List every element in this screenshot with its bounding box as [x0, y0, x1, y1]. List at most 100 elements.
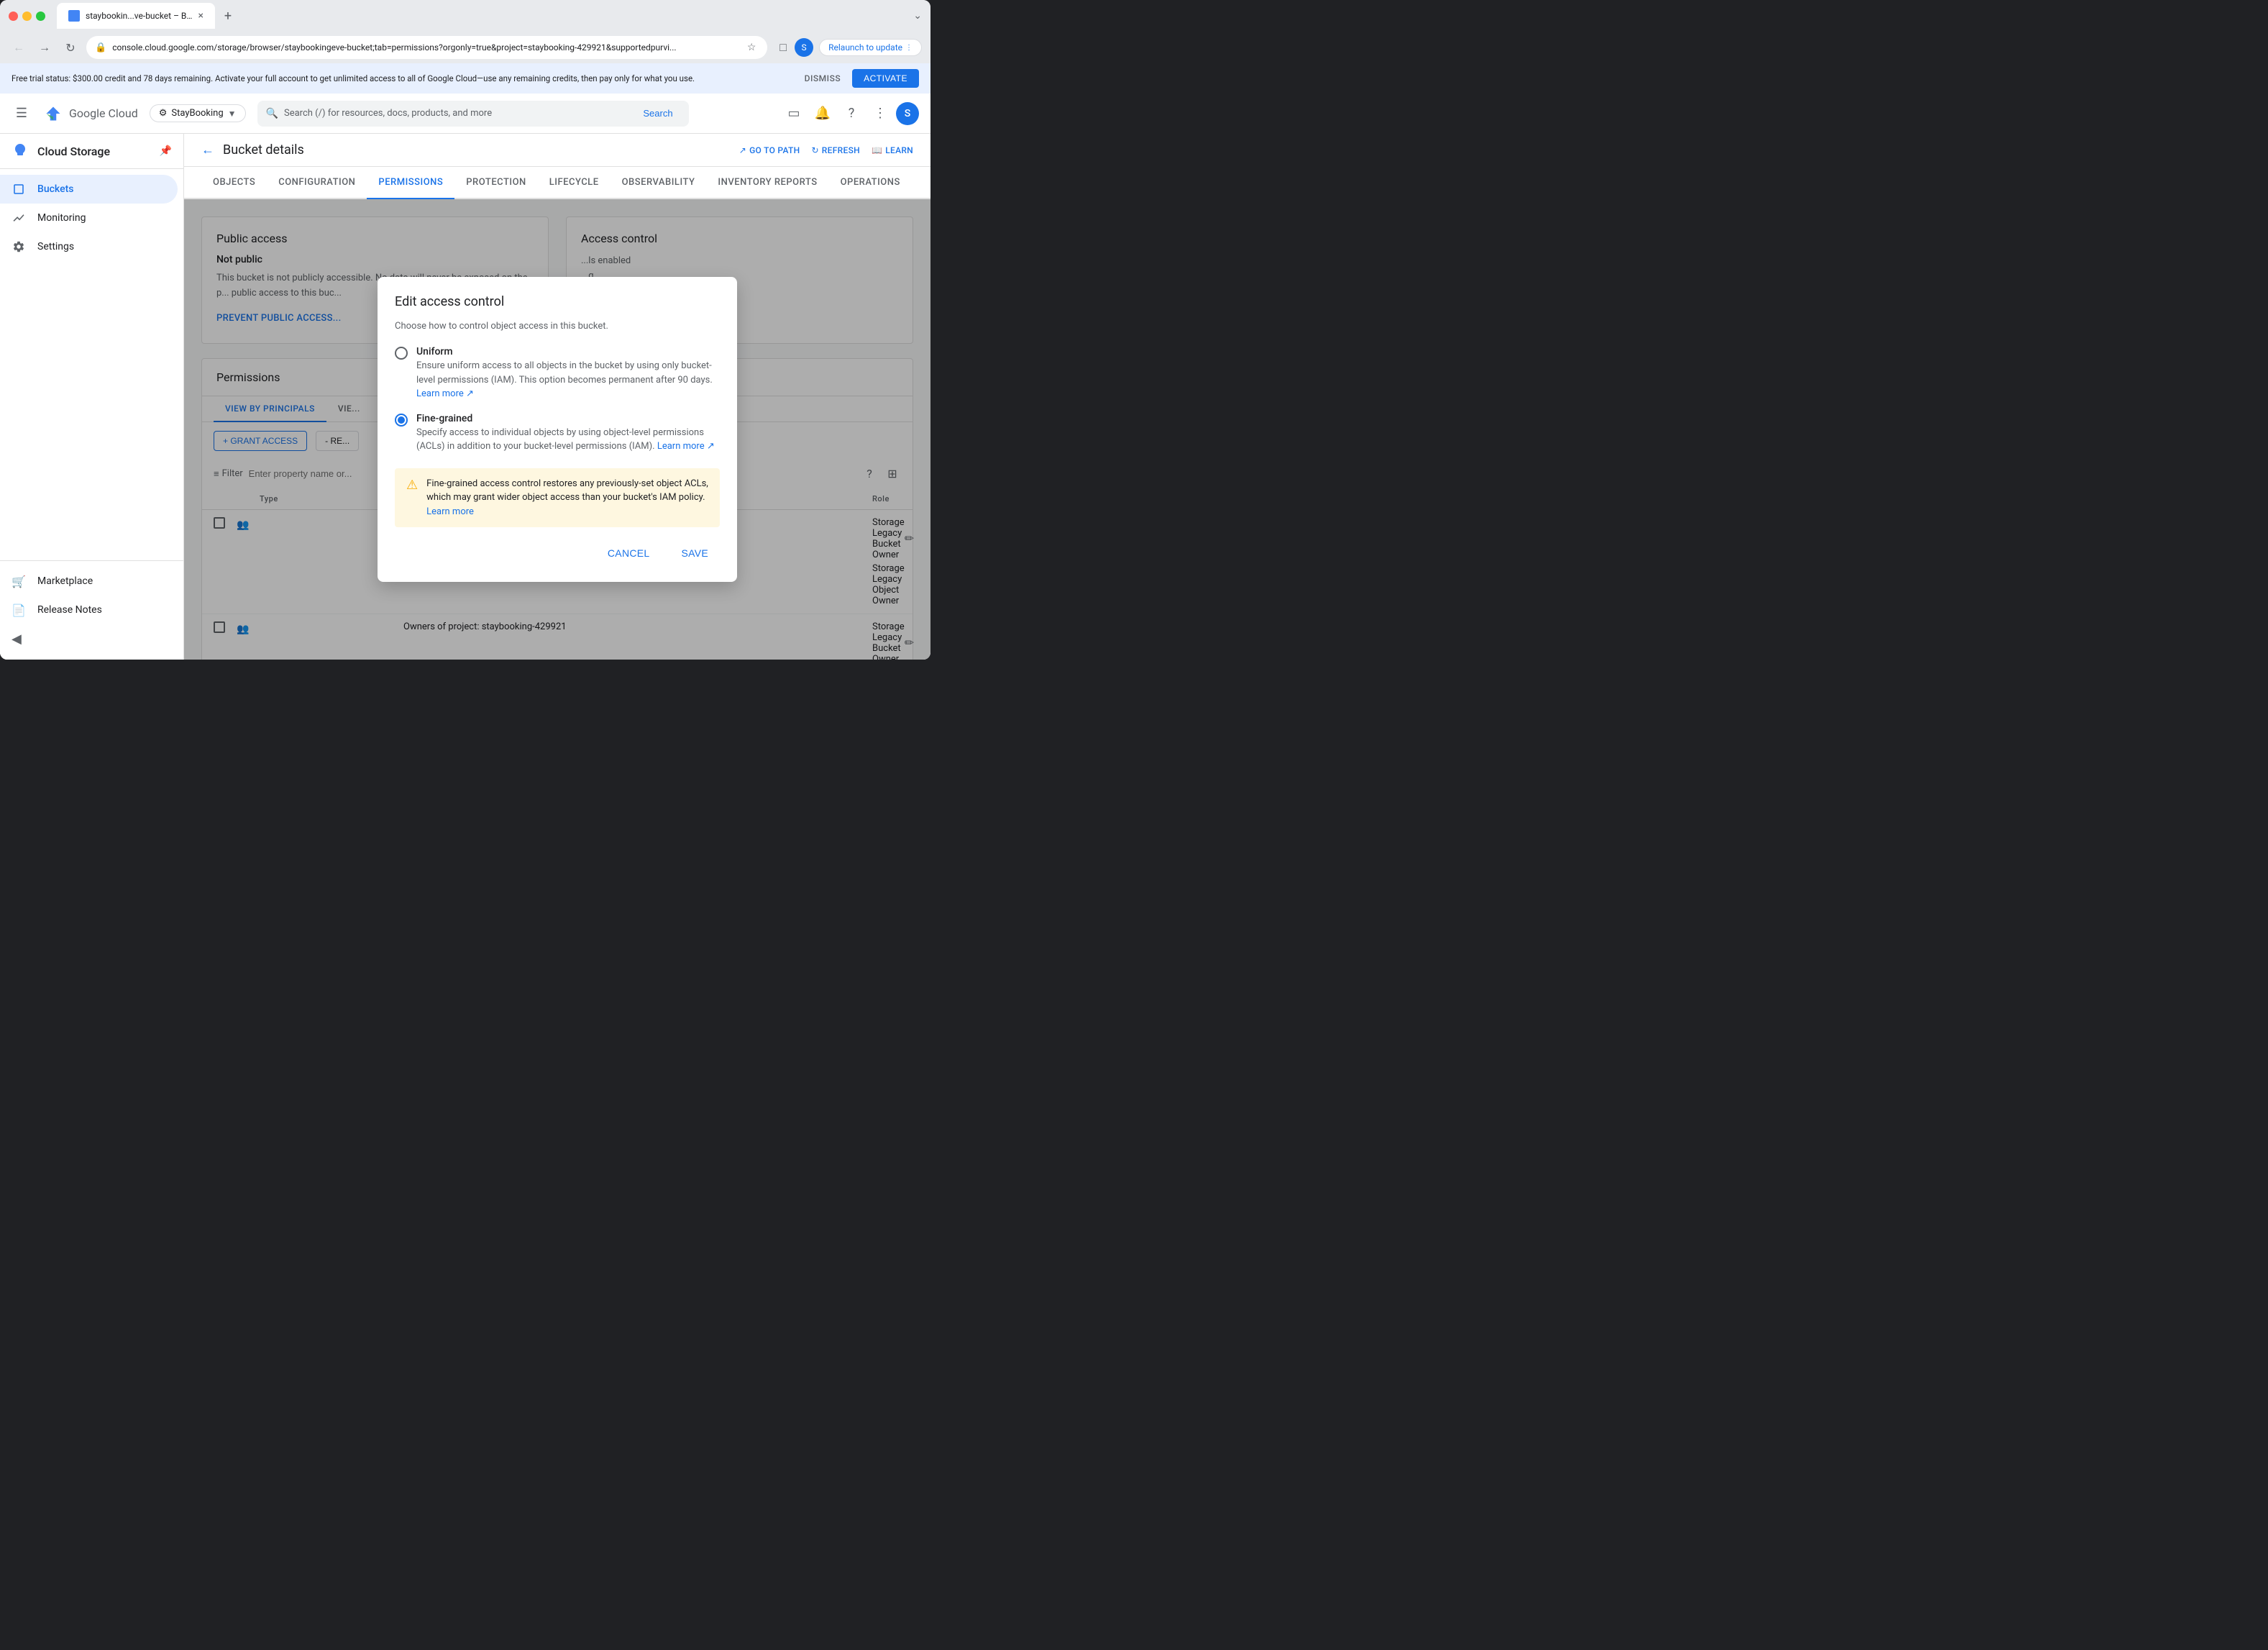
sidebar-item-monitoring[interactable]: Monitoring: [0, 204, 178, 232]
buckets-icon: [12, 182, 26, 196]
url-icons: ☆: [744, 40, 759, 55]
sidebar: Cloud Storage 📌 Buckets Monitori: [0, 134, 184, 660]
app-content: Free trial status: $300.00 credit and 78…: [0, 63, 930, 660]
learn-icon: 📖: [872, 145, 882, 155]
sidebar-title: Cloud Storage: [37, 145, 110, 158]
sidebar-header: Cloud Storage 📌: [0, 134, 183, 169]
tab-operations[interactable]: OPERATIONS: [829, 167, 912, 199]
learn-button[interactable]: 📖 LEARN: [872, 145, 913, 155]
warning-learn-more-link[interactable]: Learn more: [426, 506, 474, 517]
page-title: Bucket details: [223, 142, 731, 158]
project-dropdown-icon: ▼: [228, 109, 237, 119]
tab-close-button[interactable]: ×: [198, 10, 204, 22]
header-right-icons: ▭ 🔔 ? ⋮ S: [781, 101, 919, 127]
go-to-path-button[interactable]: ↗ GO TO PATH: [739, 145, 800, 155]
hamburger-menu-button[interactable]: ☰: [12, 104, 32, 124]
fine-grained-radio-button[interactable]: [395, 414, 408, 427]
user-avatar[interactable]: S: [896, 102, 919, 125]
go-to-path-label: GO TO PATH: [749, 145, 800, 155]
gcp-search-container: 🔍 Search (/) for resources, docs, produc…: [257, 101, 689, 127]
sidebar-item-settings[interactable]: Settings: [0, 232, 178, 261]
uniform-option-content: Uniform Ensure uniform access to all obj…: [416, 346, 720, 401]
back-button[interactable]: ←: [9, 37, 29, 58]
main-layout: Cloud Storage 📌 Buckets Monitori: [0, 134, 930, 660]
sidebar-pin-icon: 📌: [160, 145, 172, 157]
tab-objects[interactable]: OBJECTS: [201, 167, 267, 199]
save-button[interactable]: SAVE: [669, 542, 720, 565]
search-button[interactable]: Search: [636, 105, 680, 122]
url-bar[interactable]: 🔒 console.cloud.google.com/storage/brows…: [86, 36, 767, 59]
sidebar-item-marketplace[interactable]: 🛒 Marketplace: [0, 567, 178, 596]
sidebar-release-notes-label: Release Notes: [37, 604, 102, 616]
sidebar-collapse-button[interactable]: ◀: [0, 624, 183, 654]
cast-icon[interactable]: □: [773, 37, 793, 58]
dismiss-button[interactable]: DISMISS: [805, 73, 841, 83]
search-box[interactable]: 🔍 Search (/) for resources, docs, produc…: [257, 101, 689, 127]
cloud-shell-icon[interactable]: ▭: [781, 101, 807, 127]
uniform-radio-button[interactable]: [395, 347, 408, 360]
sidebar-item-buckets[interactable]: Buckets: [0, 175, 178, 204]
gcp-header: ☰ Google Cloud ⚙ StayBooking ▼ 🔍 Search …: [0, 94, 930, 134]
minimize-window-button[interactable]: [22, 12, 32, 21]
relaunch-button[interactable]: Relaunch to update ⋮: [819, 39, 922, 56]
uniform-learn-more-link[interactable]: Learn more ↗: [416, 388, 474, 399]
marketplace-icon: 🛒: [12, 574, 26, 588]
sidebar-bottom: 🛒 Marketplace 📄 Release Notes ◀: [0, 560, 183, 660]
fine-grained-learn-more-link[interactable]: Learn more ↗: [657, 441, 715, 452]
tab-protection[interactable]: PROTECTION: [454, 167, 537, 199]
cancel-button[interactable]: CANCEL: [596, 542, 662, 565]
sidebar-item-release-notes[interactable]: 📄 Release Notes: [0, 596, 178, 624]
relaunch-label: Relaunch to update: [828, 42, 902, 53]
tabs-bar: OBJECTS CONFIGURATION PERMISSIONS PROTEC…: [184, 167, 930, 199]
url-text: console.cloud.google.com/storage/browser…: [112, 42, 739, 53]
header-actions: ↗ GO TO PATH ↻ REFRESH 📖 LEARN: [739, 145, 913, 155]
google-cloud-text: Google Cloud: [69, 106, 138, 120]
page-content: Public access Not public This bucket is …: [184, 199, 930, 660]
tab-permissions[interactable]: PERMISSIONS: [367, 167, 454, 199]
active-tab[interactable]: staybookin...ve-bucket – Buck... ×: [57, 3, 215, 29]
tab-favicon: [68, 10, 80, 22]
tab-observability[interactable]: OBSERVABILITY: [611, 167, 707, 199]
maximize-window-button[interactable]: [36, 12, 45, 21]
refresh-label: REFRESH: [822, 145, 860, 155]
search-placeholder: Search (/) for resources, docs, products…: [284, 108, 630, 119]
back-navigation-button[interactable]: ←: [201, 142, 214, 158]
title-bar: staybookin...ve-bucket – Buck... × + ⌄: [0, 0, 930, 32]
help-icon[interactable]: ?: [838, 101, 864, 127]
new-tab-button[interactable]: +: [218, 6, 238, 26]
project-selector[interactable]: ⚙ StayBooking ▼: [150, 104, 246, 122]
bucket-header: ← Bucket details ↗ GO TO PATH ↻ REFRESH …: [184, 134, 930, 167]
refresh-button[interactable]: ↻ REFRESH: [811, 145, 860, 155]
uniform-option: Uniform Ensure uniform access to all obj…: [395, 346, 720, 401]
warning-text: Fine-grained access control restores any…: [426, 477, 708, 519]
go-to-path-icon: ↗: [739, 145, 746, 155]
activate-button[interactable]: ACTIVATE: [852, 69, 919, 88]
close-window-button[interactable]: [9, 12, 18, 21]
refresh-icon: ↻: [811, 145, 818, 155]
release-notes-icon: 📄: [12, 603, 26, 617]
bookmark-icon[interactable]: ☆: [744, 40, 759, 55]
window-controls[interactable]: ⌄: [913, 10, 922, 22]
radio-group: Uniform Ensure uniform access to all obj…: [395, 346, 720, 454]
sidebar-monitoring-label: Monitoring: [37, 212, 86, 224]
settings-icon: [12, 240, 26, 254]
reload-button[interactable]: ↻: [60, 37, 81, 58]
warning-icon: ⚠: [406, 478, 418, 519]
profile-icon[interactable]: S: [795, 38, 813, 57]
tab-configuration[interactable]: CONFIGURATION: [267, 167, 367, 199]
google-cloud-icon: [43, 104, 63, 124]
more-options-icon[interactable]: ⋮: [867, 101, 893, 127]
address-bar: ← → ↻ 🔒 console.cloud.google.com/storage…: [0, 32, 930, 63]
dialog-actions: CANCEL SAVE: [395, 542, 720, 565]
notification-bar: Free trial status: $300.00 credit and 78…: [0, 63, 930, 94]
relaunch-menu-icon: ⋮: [905, 44, 913, 52]
tab-lifecycle[interactable]: LIFECYCLE: [538, 167, 611, 199]
notifications-icon[interactable]: 🔔: [810, 101, 836, 127]
tab-inventory-reports[interactable]: INVENTORY REPORTS: [706, 167, 828, 199]
search-box-icon: 🔍: [266, 108, 278, 119]
forward-button[interactable]: →: [35, 37, 55, 58]
sidebar-marketplace-label: Marketplace: [37, 575, 93, 587]
google-cloud-logo: Google Cloud: [43, 104, 138, 124]
tab-bar: staybookin...ve-bucket – Buck... × +: [57, 3, 907, 29]
traffic-lights: [9, 12, 45, 21]
